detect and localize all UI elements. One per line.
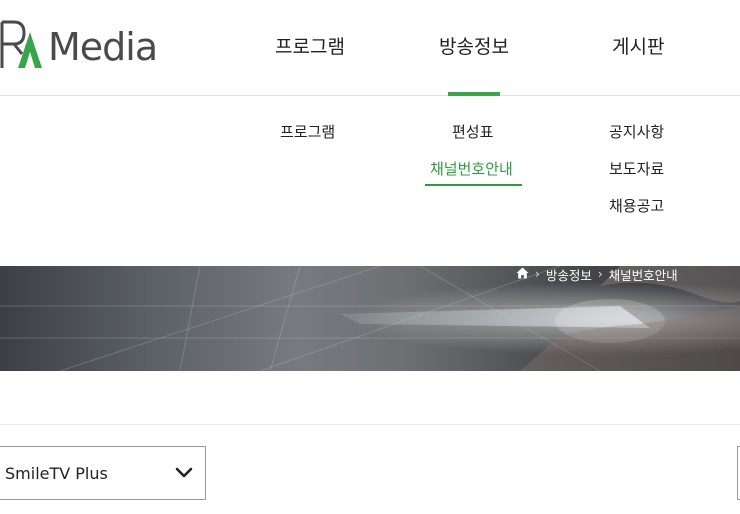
nav-broadcast-info[interactable]: 방송정보: [439, 32, 509, 59]
breadcrumb: › 방송정보 › 채널번호안내: [516, 265, 678, 283]
site-logo[interactable]: Media: [0, 18, 160, 74]
breadcrumb-separator-icon: ›: [597, 267, 603, 281]
channel-select[interactable]: SmileTV Plus: [0, 446, 206, 500]
submenu-active-underline: [425, 184, 522, 186]
submenu-notice[interactable]: 공지사항: [609, 121, 664, 142]
content-divider: [0, 424, 740, 425]
logo-text: Media: [48, 25, 158, 69]
page: Media 프로그램 방송정보 게시판 프로그램 편성표 채널번호안내 공지사항…: [0, 0, 740, 514]
breadcrumb-channel-info[interactable]: 채널번호안내: [609, 265, 678, 284]
submenu-schedule[interactable]: 편성표: [452, 121, 493, 142]
submenu-program[interactable]: 프로그램: [280, 121, 335, 142]
nav-program[interactable]: 프로그램: [275, 32, 345, 59]
breadcrumb-separator-icon: ›: [535, 267, 540, 281]
channel-select-value: SmileTV Plus: [5, 464, 108, 483]
nav-board[interactable]: 게시판: [612, 32, 664, 59]
site-header: Media 프로그램 방송정보 게시판: [0, 0, 740, 96]
submenu-press[interactable]: 보도자료: [609, 158, 664, 179]
nav-active-indicator: [448, 92, 500, 96]
submenu-channel-info[interactable]: 채널번호안내: [430, 158, 513, 179]
submenu-recruit[interactable]: 채용공고: [609, 195, 664, 216]
chevron-down-icon: [175, 467, 193, 478]
logo-mark-icon: [0, 20, 42, 68]
home-icon[interactable]: [516, 267, 529, 282]
breadcrumb-broadcast-info[interactable]: 방송정보: [546, 265, 592, 284]
